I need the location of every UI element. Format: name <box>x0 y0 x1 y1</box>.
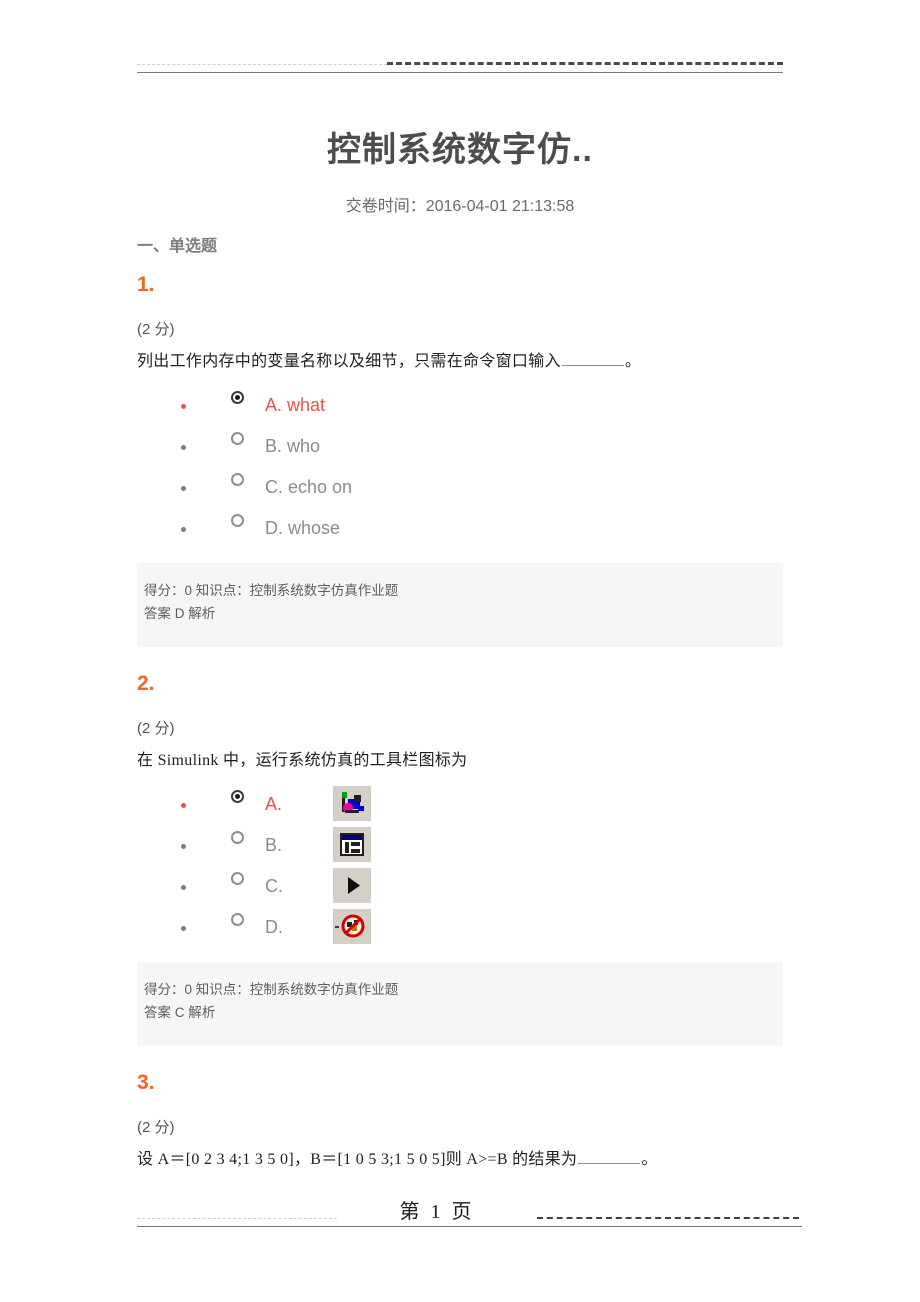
option-a[interactable]: A. what <box>181 385 787 426</box>
footer-dash-right <box>537 1217 799 1219</box>
model-window-icon <box>333 827 371 862</box>
header-dashes <box>137 58 783 72</box>
run-play-icon <box>333 868 371 903</box>
stem-tail: 。 <box>624 353 642 370</box>
header-dash-right <box>387 62 783 65</box>
option-d[interactable]: D. whose <box>181 508 787 549</box>
bullet-icon <box>181 926 186 931</box>
page-footer-rule: 第 1 页 <box>137 1200 802 1227</box>
header-solid-rule <box>137 72 783 73</box>
option-d[interactable]: D. <box>181 907 787 948</box>
option-b[interactable]: B. who <box>181 426 787 467</box>
option-label: B. <box>265 835 283 855</box>
radio-icon[interactable] <box>231 514 244 527</box>
question-number: 3. <box>137 1071 155 1094</box>
option-label: C. <box>265 876 283 896</box>
stop-prohibited-icon <box>333 909 371 944</box>
question-score: (2 分) <box>137 1119 175 1136</box>
page-title: 控制系统数字仿.. <box>327 131 593 169</box>
option-label: A. <box>265 794 283 814</box>
option-label: C. echo on <box>265 477 353 497</box>
option-label: D. whose <box>265 518 341 538</box>
header-dash-left <box>137 64 387 65</box>
radio-icon[interactable] <box>231 391 244 404</box>
exam-paper-page: 控制系统数字仿.. 交卷时间：2016-04-01 21:13:58 一、单选题… <box>0 0 920 1302</box>
radio-icon[interactable] <box>231 831 244 844</box>
page-number-label: 第 1 页 <box>399 1201 475 1223</box>
options-list: A. what B. who C. echo on D. whose <box>137 385 787 549</box>
option-b[interactable]: B. <box>181 825 787 866</box>
question-stem: 列出工作内存中的变量名称以及细节，只需在命令窗口输入 。 <box>137 351 787 373</box>
stem-tail: 。 <box>641 1151 658 1168</box>
footer-dash-left <box>137 1218 337 1219</box>
answer-score-line: 得分：0 知识点：控制系统数字仿真作业题 <box>144 982 399 997</box>
question-score: (2 分) <box>137 720 175 737</box>
stem-text: 列出工作内存中的变量名称以及细节，只需在命令窗口输入 <box>137 353 561 370</box>
radio-icon[interactable] <box>231 872 244 885</box>
answer-panel: 得分：0 知识点：控制系统数字仿真作业题 答案 C 解析 <box>137 962 783 1046</box>
option-a[interactable]: A. <box>181 784 787 825</box>
question-stem: 在 Simulink 中，运行系统仿真的工具栏图标为 <box>137 750 787 772</box>
question-number: 2. <box>137 672 155 695</box>
simulink-library-icon <box>333 786 371 821</box>
question-stem: 设 A＝[0 2 3 4;1 3 5 0]，B＝[1 0 5 3;1 5 0 5… <box>137 1149 787 1171</box>
bullet-icon <box>181 844 186 849</box>
footer-row: 第 1 页 <box>137 1200 799 1226</box>
question-1: 1. (2 分) 列出工作内存中的变量名称以及细节，只需在命令窗口输入 。 A. … <box>137 270 787 647</box>
answer-blank <box>561 351 624 366</box>
bullet-icon <box>181 404 186 409</box>
option-label: D. <box>265 917 283 937</box>
bullet-icon <box>181 527 186 532</box>
radio-icon[interactable] <box>231 913 244 926</box>
submit-time: 交卷时间：2016-04-01 21:13:58 <box>345 198 575 215</box>
radio-icon[interactable] <box>231 790 244 803</box>
section-heading: 一、单选题 <box>137 238 218 255</box>
stem-text: 设 A＝[0 2 3 4;1 3 5 0]，B＝[1 0 5 3;1 5 0 5… <box>137 1151 578 1168</box>
question-score: (2 分) <box>137 321 175 338</box>
question-number: 1. <box>137 273 155 296</box>
radio-icon[interactable] <box>231 473 244 486</box>
answer-panel: 得分：0 知识点：控制系统数字仿真作业题 答案 D 解析 <box>137 563 783 647</box>
option-label: B. who <box>265 436 321 456</box>
question-3: 3. (2 分) 设 A＝[0 2 3 4;1 3 5 0]，B＝[1 0 5 … <box>137 1068 787 1171</box>
radio-icon[interactable] <box>231 432 244 445</box>
question-2: 2. (2 分) 在 Simulink 中，运行系统仿真的工具栏图标为 A. B… <box>137 669 787 1046</box>
bullet-icon <box>181 885 186 890</box>
footer-solid-rule <box>137 1226 802 1227</box>
answer-key-line: 答案 C 解析 <box>144 1005 216 1020</box>
option-c[interactable]: C. <box>181 866 787 907</box>
exam-content: 一、单选题 1. (2 分) 列出工作内存中的变量名称以及细节，只需在命令窗口输… <box>137 236 787 1171</box>
bullet-icon <box>181 445 186 450</box>
option-c[interactable]: C. echo on <box>181 467 787 508</box>
option-label: A. what <box>265 395 326 415</box>
answer-score-line: 得分：0 知识点：控制系统数字仿真作业题 <box>144 583 399 598</box>
bullet-icon <box>181 486 186 491</box>
options-list: A. B. C. D. <box>137 784 787 948</box>
answer-blank <box>578 1149 641 1164</box>
answer-key-line: 答案 D 解析 <box>144 606 216 621</box>
page-header-rule <box>137 58 783 73</box>
bullet-icon <box>181 803 186 808</box>
stem-text: 在 Simulink 中，运行系统仿真的工具栏图标为 <box>137 752 468 769</box>
